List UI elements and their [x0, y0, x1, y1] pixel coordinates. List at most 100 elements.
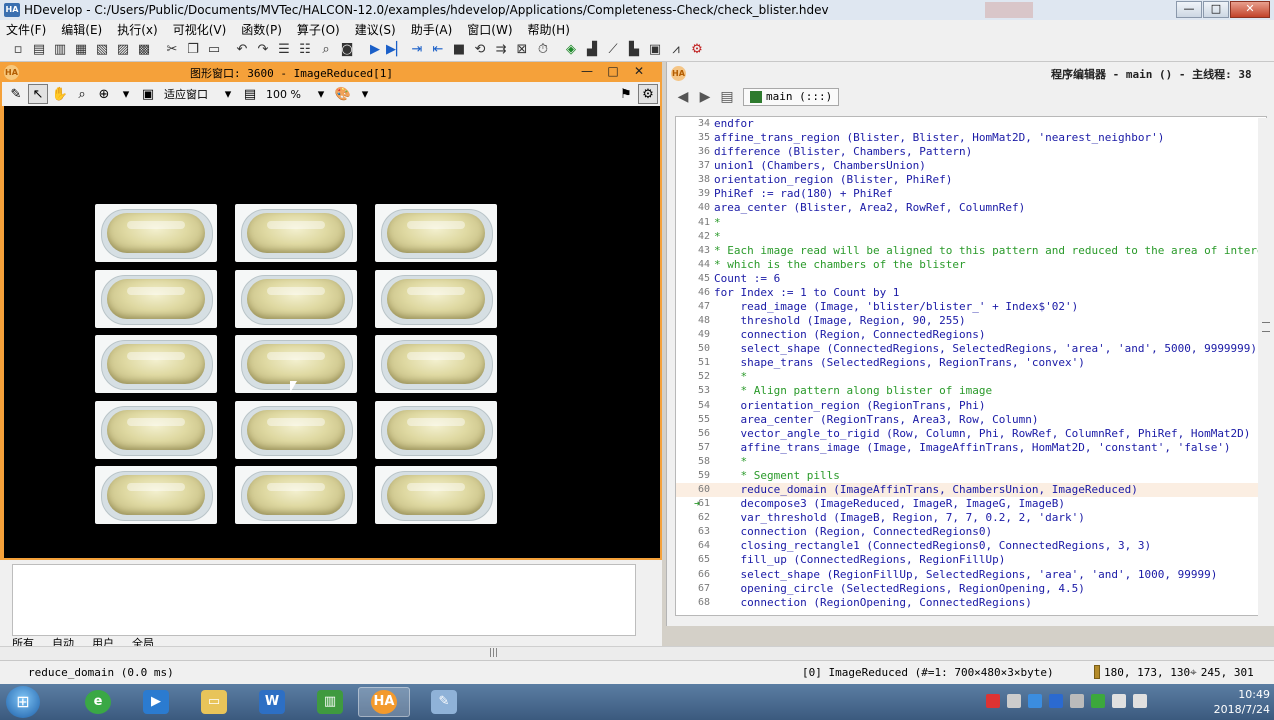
ie-icon[interactable]: e	[72, 687, 124, 717]
menu-file[interactable]: 文件(F)	[6, 21, 46, 38]
comment-icon[interactable]: ☰	[274, 40, 294, 60]
save-icon[interactable]: ▦	[71, 40, 91, 60]
open-program-icon[interactable]: ▤	[29, 40, 49, 60]
halcon-task-icon[interactable]: HA	[358, 687, 410, 717]
minimize-button[interactable]: —	[1176, 1, 1202, 18]
chevron-down-icon[interactable]: ▾	[311, 84, 331, 104]
paste-icon[interactable]: ▭	[204, 40, 224, 60]
feature-histogram-icon[interactable]: ▙	[624, 40, 644, 60]
ocv-icon[interactable]: ⩘	[666, 40, 686, 60]
zoom-level-dropdown[interactable]: 100 %	[266, 88, 301, 101]
tray-antivirus-icon[interactable]	[986, 694, 1000, 708]
code-line[interactable]: 58 *	[676, 455, 1266, 469]
menu-visualization[interactable]: 可视化(V)	[173, 21, 227, 38]
code-line[interactable]: 57 affine_trans_image (Image, ImageAffin…	[676, 441, 1266, 455]
forward-arrow-icon[interactable]: ▶	[695, 87, 715, 107]
save-as-icon[interactable]: ▧	[92, 40, 112, 60]
tray-battery-icon[interactable]	[1091, 694, 1105, 708]
editor-titlebar[interactable]: HA 程序编辑器 - main () - 主线程: 38	[667, 62, 1274, 84]
chevron-down-icon[interactable]: ▾	[218, 84, 238, 104]
edit-icon[interactable]: ✎	[6, 84, 26, 104]
procedure-selector[interactable]: main (:::)	[743, 88, 840, 106]
profiler-icon[interactable]: ⏱	[533, 40, 553, 60]
menu-edit[interactable]: 编辑(E)	[61, 21, 102, 38]
pan-hand-icon[interactable]: ✋	[50, 84, 70, 104]
horizontal-scrollbar[interactable]: |||	[0, 646, 1274, 660]
code-line[interactable]: 41 *	[676, 216, 1266, 230]
fit-window-icon[interactable]: ▣	[138, 84, 158, 104]
menu-window[interactable]: 窗口(W)	[467, 21, 512, 38]
explorer-icon[interactable]: ▭	[188, 687, 240, 717]
code-line[interactable]: 38 orientation_region (Blister, PhiRef)	[676, 173, 1266, 187]
procedure-list-icon[interactable]: ▤	[717, 87, 737, 107]
run-icon[interactable]: ▶	[365, 40, 385, 60]
code-view[interactable]: 34 endfor 35 affine_trans_region (Blister, …	[675, 116, 1267, 616]
code-line[interactable]: 55 area_center (RegionTrans, Area3, Row,…	[676, 413, 1266, 427]
tray-bluetooth-icon[interactable]	[1049, 694, 1063, 708]
wps-icon[interactable]: W	[246, 687, 298, 717]
zoom-icon[interactable]: ⊕	[94, 84, 114, 104]
code-line[interactable]: 36 difference (Blister, Chambers, Pattern…	[676, 145, 1266, 159]
graphics-window-titlebar[interactable]: HA 图形窗口: 3600 - ImageReduced[1] — □ ✕	[0, 62, 662, 82]
code-line[interactable]: 65 fill_up (ConnectedRegions, RegionFill…	[676, 553, 1266, 567]
menu-suggestions[interactable]: 建议(S)	[355, 21, 396, 38]
code-line[interactable]: 49 connection (Region, ConnectedRegions)	[676, 328, 1266, 342]
continue-icon[interactable]: ⇉	[491, 40, 511, 60]
step-over-icon[interactable]: ▶▏	[386, 40, 406, 60]
tray-network-icon[interactable]	[1112, 694, 1126, 708]
fit-window-dropdown[interactable]: 适应窗口	[164, 86, 208, 102]
code-line[interactable]: 50 select_shape (ConnectedRegions, Selec…	[676, 342, 1266, 356]
code-line[interactable]: 61 ➜ decompose3 (ImageReduced, ImageR, Im…	[676, 497, 1266, 511]
mvtec-icon[interactable]: ▥	[304, 687, 356, 717]
variable-list[interactable]	[12, 564, 636, 636]
menu-operators[interactable]: 算子(O)	[297, 21, 340, 38]
copy-icon[interactable]: ❐	[183, 40, 203, 60]
clock[interactable]: 10:49 2018/7/24	[1198, 687, 1270, 717]
step-into-icon[interactable]: ⇥	[407, 40, 427, 60]
tray-windows-icon[interactable]	[1028, 694, 1042, 708]
maximize-button[interactable]: □	[1203, 1, 1229, 18]
code-line[interactable]: 37 union1 (Chambers, ChambersUnion)	[676, 159, 1266, 173]
line-profile-icon[interactable]: ⟋	[603, 40, 623, 60]
code-line[interactable]: 67 opening_circle (SelectedRegions, Regi…	[676, 582, 1266, 596]
open-example-icon[interactable]: ▥	[50, 40, 70, 60]
code-line[interactable]: 60 reduce_domain (ImageAffinTrans, Chamb…	[676, 483, 1266, 498]
code-line[interactable]: 51 shape_trans (SelectedRegions, RegionT…	[676, 356, 1266, 370]
pointer-icon[interactable]: ↖	[28, 84, 48, 104]
menu-help[interactable]: 帮助(H)	[528, 21, 570, 38]
code-line[interactable]: 52 *	[676, 370, 1266, 384]
code-line[interactable]: 63 connection (Region, ConnectedRegions0…	[676, 525, 1266, 539]
code-line[interactable]: 62 var_threshold (ImageB, Region, 7, 7, …	[676, 511, 1266, 525]
reset-icon[interactable]: ⟲	[470, 40, 490, 60]
chevron-down-icon[interactable]: ▾	[116, 84, 136, 104]
image-canvas[interactable]	[4, 106, 660, 558]
magnify-icon[interactable]: ⌕	[72, 84, 92, 104]
calibration-icon[interactable]: ⚙	[687, 40, 707, 60]
code-line[interactable]: 68 connection (RegionOpening, ConnectedR…	[676, 596, 1266, 610]
assistant-icon[interactable]: ◈	[561, 40, 581, 60]
pin-icon[interactable]: ⚑	[616, 84, 636, 104]
color-palette-icon[interactable]: 🎨	[333, 84, 353, 104]
menu-procedures[interactable]: 函数(P)	[241, 21, 282, 38]
code-line[interactable]: 46 for Index := 1 to Count by 1	[676, 286, 1266, 300]
code-line[interactable]: 40 area_center (Blister, Area2, RowRef, C…	[676, 201, 1266, 215]
menu-assistants[interactable]: 助手(A)	[411, 21, 453, 38]
graphics-minimize-button[interactable]: —	[574, 63, 600, 79]
undo-icon[interactable]: ↶	[232, 40, 252, 60]
tray-volume-icon[interactable]	[1133, 694, 1147, 708]
stop-icon[interactable]: ■	[449, 40, 469, 60]
feature-inspection-icon[interactable]: ▣	[645, 40, 665, 60]
properties-icon[interactable]: ▩	[134, 40, 154, 60]
zoom-level-icon[interactable]: ▤	[240, 84, 260, 104]
code-line[interactable]: 39 PhiRef := rad(180) + PhiRef	[676, 187, 1266, 201]
close-button[interactable]: ✕	[1230, 1, 1270, 18]
back-arrow-icon[interactable]: ◀	[673, 87, 693, 107]
paint-icon[interactable]: ✎	[418, 687, 470, 717]
code-line[interactable]: 34 endfor	[676, 117, 1266, 131]
code-line[interactable]: 54 orientation_region (RegionTrans, Phi)	[676, 399, 1266, 413]
graphics-close-button[interactable]: ✕	[626, 63, 652, 79]
code-line[interactable]: 64 closing_rectangle1 (ConnectedRegions0…	[676, 539, 1266, 553]
code-line[interactable]: 43 * Each image read will be aligned to t…	[676, 244, 1266, 258]
uncomment-icon[interactable]: ☷	[295, 40, 315, 60]
chevron-down-icon[interactable]: ▾	[355, 84, 375, 104]
